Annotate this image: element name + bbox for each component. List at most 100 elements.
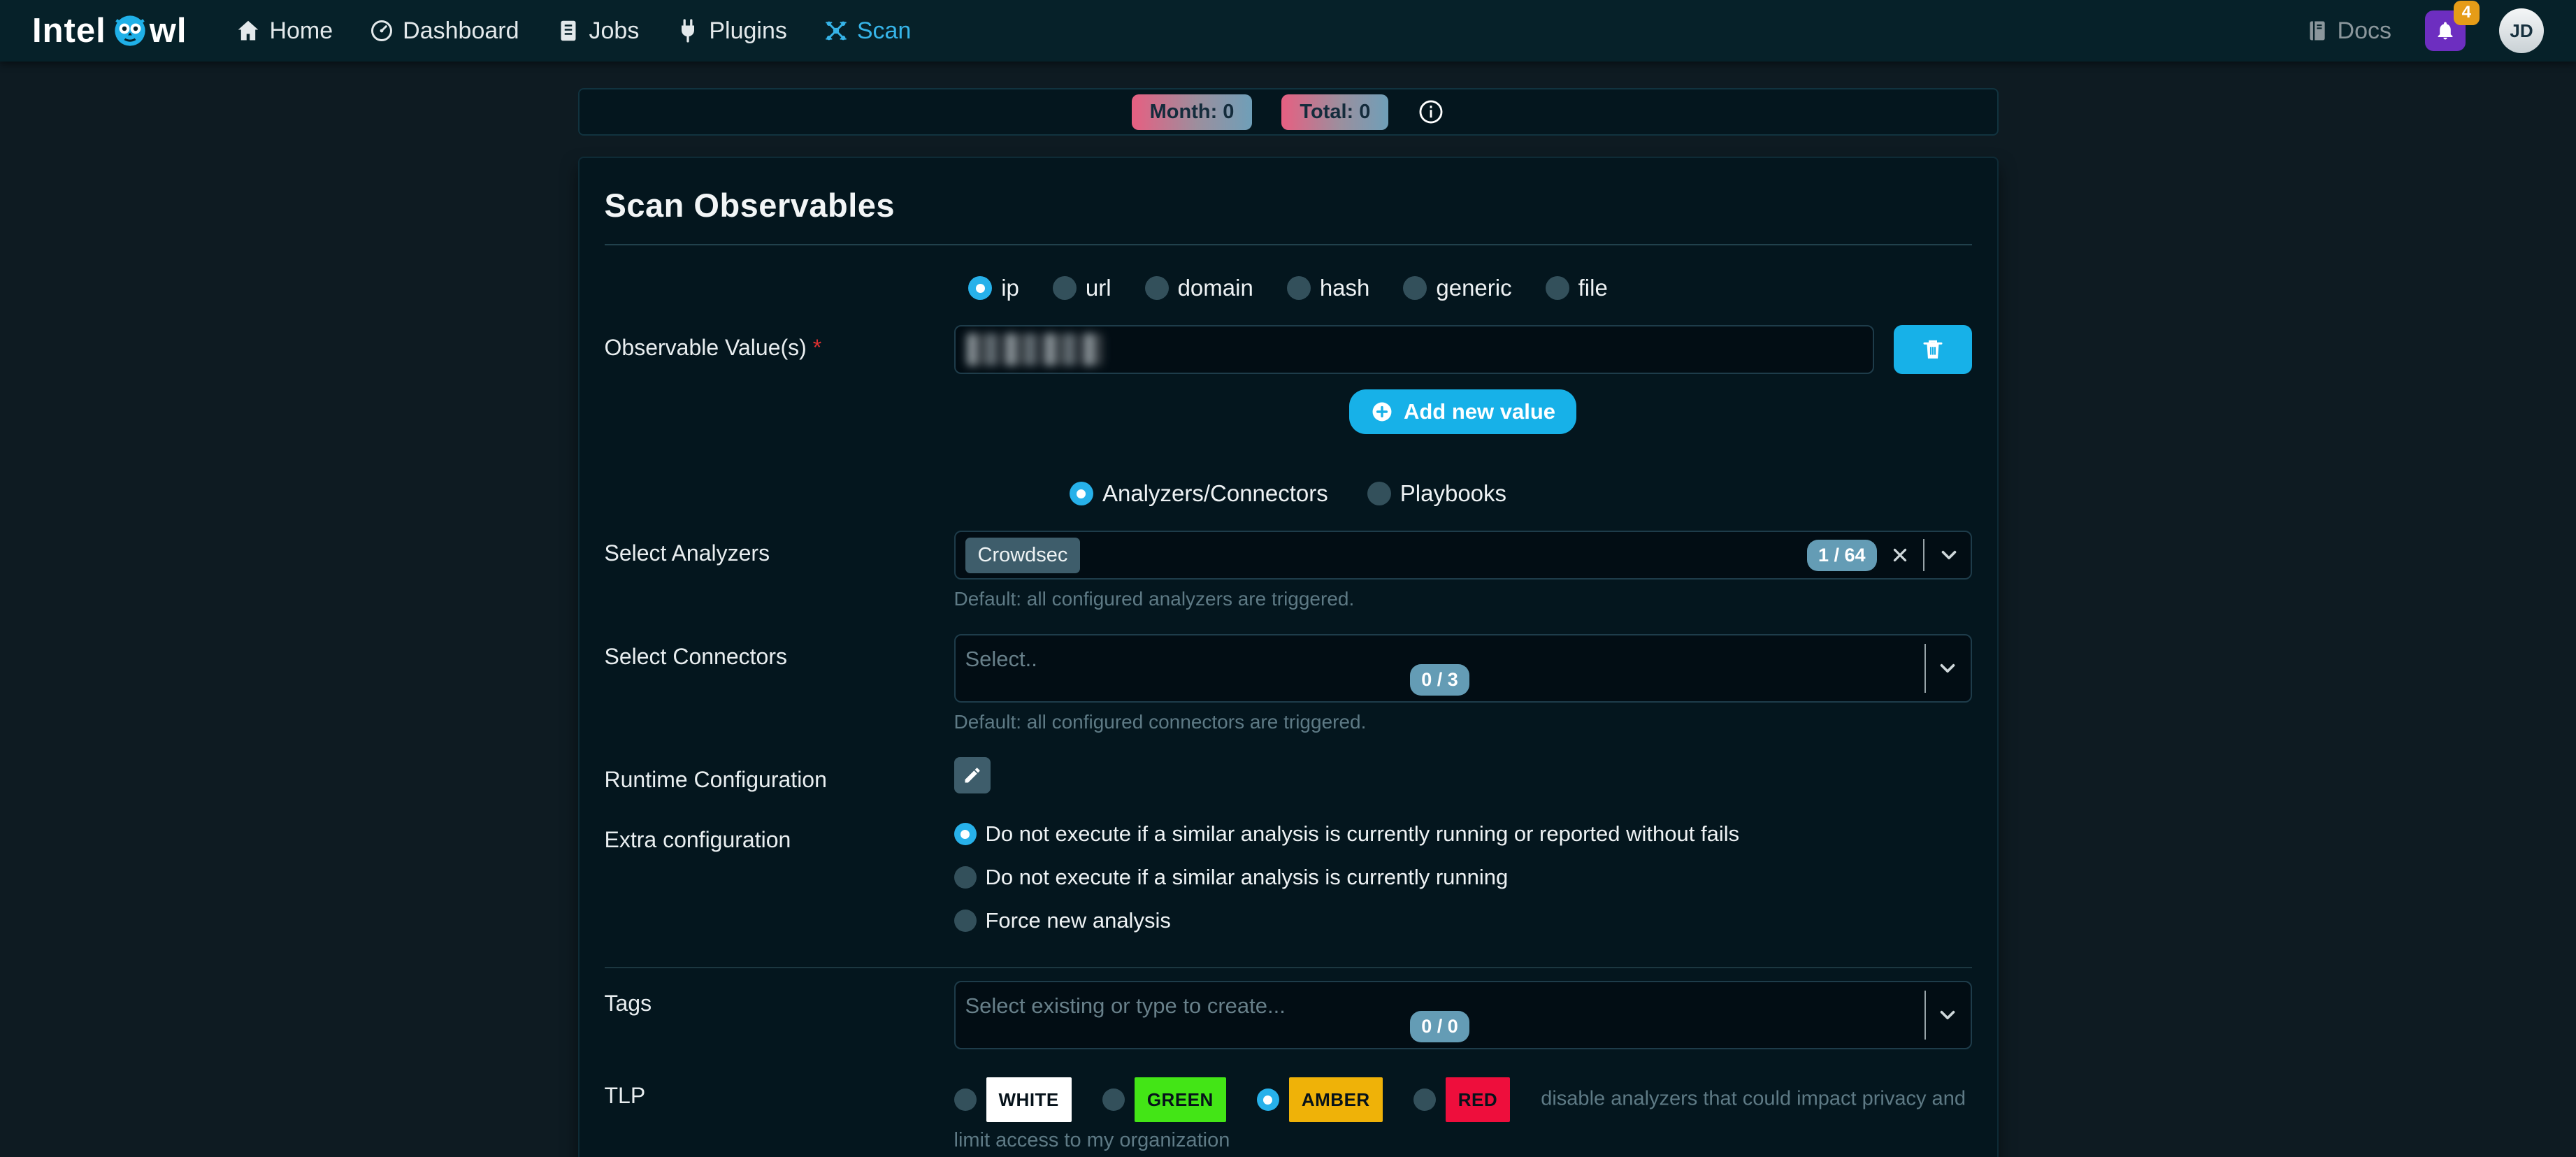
select-connectors-row: Select Connectors Select.. 0 / 3 xyxy=(605,634,1972,733)
radio-domain[interactable] xyxy=(1145,276,1169,300)
select-divider xyxy=(1924,991,1926,1040)
observable-value-input[interactable] xyxy=(954,325,1874,374)
observable-type-radios: ip url domain hash generic xyxy=(605,275,1972,301)
observable-value-redacted xyxy=(967,333,1103,366)
nav-item-home[interactable]: Home xyxy=(236,17,333,45)
analyzers-multiselect[interactable]: Crowdsec 1 / 64 xyxy=(954,531,1972,580)
radio-no-exec-running[interactable] xyxy=(954,866,977,889)
navbar-right: Docs 4 JD xyxy=(2305,8,2544,53)
radio-ip[interactable] xyxy=(968,276,992,300)
tags-multiselect[interactable]: Select existing or type to create... 0 /… xyxy=(954,981,1972,1049)
nav-item-plugins[interactable]: Plugins xyxy=(675,17,787,45)
select-connectors-label: Select Connectors xyxy=(605,634,954,733)
tlp-option-red[interactable]: RED xyxy=(1413,1077,1510,1122)
clear-selection-icon[interactable] xyxy=(1890,545,1911,566)
job-stats-bar: Month: 0 Total: 0 xyxy=(578,88,1999,136)
radio-playbooks[interactable] xyxy=(1367,482,1391,505)
tlp-green-badge: GREEN xyxy=(1135,1077,1226,1122)
nav-item-label: Dashboard xyxy=(403,17,519,45)
extra-option-no-exec-reported[interactable]: Do not execute if a similar analysis is … xyxy=(954,821,1972,847)
tlp-red-badge: RED xyxy=(1446,1077,1510,1122)
tlp-options: WHITE GREEN AMBER RED disable analyzer xyxy=(954,1073,1972,1157)
analyzers-helper-text: Default: all configured analyzers are tr… xyxy=(954,588,1972,610)
tlp-option-white[interactable]: WHITE xyxy=(954,1077,1072,1122)
runtime-configuration-label: Runtime Configuration xyxy=(605,757,954,793)
type-option-url[interactable]: url xyxy=(1053,275,1111,301)
select-analyzers-label: Select Analyzers xyxy=(605,531,954,610)
extra-configuration-row: Extra configuration Do not execute if a … xyxy=(605,817,1972,933)
radio-tlp-amber[interactable] xyxy=(1257,1088,1279,1111)
tlp-row: TLP WHITE GREEN AMBER xyxy=(605,1073,1972,1157)
navbar: Intel wl Home Dashboard Jobs Plugins xyxy=(0,0,2576,62)
select-analyzers-row: Select Analyzers Crowdsec 1 / 64 xyxy=(605,531,1972,610)
nav-item-dashboard[interactable]: Dashboard xyxy=(369,17,519,45)
info-icon[interactable] xyxy=(1418,99,1444,125)
chevron-down-icon[interactable] xyxy=(1936,1003,1959,1027)
drone-scan-icon xyxy=(823,18,849,43)
notifications-count-badge: 4 xyxy=(2454,1,2480,25)
brand-text-right: wl xyxy=(150,11,187,50)
radio-file[interactable] xyxy=(1546,276,1569,300)
nav-item-scan[interactable]: Scan xyxy=(823,17,912,45)
page-title: Scan Observables xyxy=(605,186,1972,224)
required-asterisk: * xyxy=(813,335,821,360)
radio-generic[interactable] xyxy=(1403,276,1427,300)
tlp-option-green[interactable]: GREEN xyxy=(1102,1077,1226,1122)
type-option-domain[interactable]: domain xyxy=(1145,275,1253,301)
connectors-count-badge: 0 / 3 xyxy=(1410,664,1469,696)
extra-option-force-new[interactable]: Force new analysis xyxy=(954,908,1972,933)
form-divider xyxy=(605,967,1972,968)
notifications-button[interactable]: 4 xyxy=(2425,10,2466,51)
chevron-down-icon[interactable] xyxy=(1937,543,1961,567)
extra-option-no-exec-running[interactable]: Do not execute if a similar analysis is … xyxy=(954,865,1972,890)
plus-circle-icon xyxy=(1370,400,1394,424)
nav-item-label: Plugins xyxy=(709,17,787,45)
edit-runtime-config-button[interactable] xyxy=(954,757,991,793)
analyzer-chip[interactable]: Crowdsec xyxy=(965,538,1081,573)
radio-no-exec-reported[interactable] xyxy=(954,823,977,845)
total-count-badge: Total: 0 xyxy=(1281,94,1388,130)
page: Intel wl Home Dashboard Jobs Plugins xyxy=(0,0,2576,1157)
observable-value-label: Observable Value(s) * xyxy=(605,325,954,434)
type-option-generic[interactable]: generic xyxy=(1403,275,1511,301)
nav-item-jobs[interactable]: Jobs xyxy=(556,17,640,45)
nav-item-label: Scan xyxy=(857,17,912,45)
type-option-file[interactable]: file xyxy=(1546,275,1608,301)
tlp-option-amber[interactable]: AMBER xyxy=(1257,1077,1383,1122)
pencil-icon xyxy=(963,766,982,785)
observable-value-row: Observable Value(s) * xyxy=(605,325,1972,434)
runtime-configuration-row: Runtime Configuration xyxy=(605,757,1972,793)
tags-row: Tags Select existing or type to create..… xyxy=(605,981,1972,1049)
analyzers-count-badge: 1 / 64 xyxy=(1807,540,1877,571)
tlp-white-badge: WHITE xyxy=(986,1077,1072,1122)
nav-item-label: Jobs xyxy=(589,17,640,45)
chevron-down-icon[interactable] xyxy=(1936,656,1959,680)
mode-option-playbooks[interactable]: Playbooks xyxy=(1367,480,1506,507)
select-divider xyxy=(1924,644,1926,693)
main-nav: Home Dashboard Jobs Plugins Scan xyxy=(236,17,911,45)
user-avatar[interactable]: JD xyxy=(2499,8,2544,53)
radio-analyzers-connectors[interactable] xyxy=(1070,482,1093,505)
radio-url[interactable] xyxy=(1053,276,1077,300)
docs-link[interactable]: Docs xyxy=(2305,17,2391,45)
mode-option-analyzers-connectors[interactable]: Analyzers/Connectors xyxy=(1070,480,1328,507)
radio-tlp-white[interactable] xyxy=(954,1088,977,1111)
radio-hash[interactable] xyxy=(1287,276,1311,300)
plugins-icon xyxy=(675,18,700,43)
radio-tlp-red[interactable] xyxy=(1413,1088,1436,1111)
radio-tlp-green[interactable] xyxy=(1102,1088,1125,1111)
avatar-initials: JD xyxy=(2510,20,2533,42)
type-option-hash[interactable]: hash xyxy=(1287,275,1370,301)
month-count-badge: Month: 0 xyxy=(1132,94,1253,130)
bell-icon xyxy=(2435,20,2456,41)
dashboard-icon xyxy=(369,18,394,43)
nav-item-label: Home xyxy=(269,17,333,45)
connectors-multiselect[interactable]: Select.. 0 / 3 xyxy=(954,634,1972,703)
brand-logo[interactable]: Intel wl xyxy=(32,11,187,50)
tlp-amber-badge: AMBER xyxy=(1289,1077,1383,1122)
extra-configuration-label: Extra configuration xyxy=(605,817,954,933)
radio-force-new[interactable] xyxy=(954,910,977,932)
type-option-ip[interactable]: ip xyxy=(968,275,1019,301)
add-new-value-button[interactable]: Add new value xyxy=(1349,389,1576,434)
delete-value-button[interactable] xyxy=(1894,325,1972,374)
